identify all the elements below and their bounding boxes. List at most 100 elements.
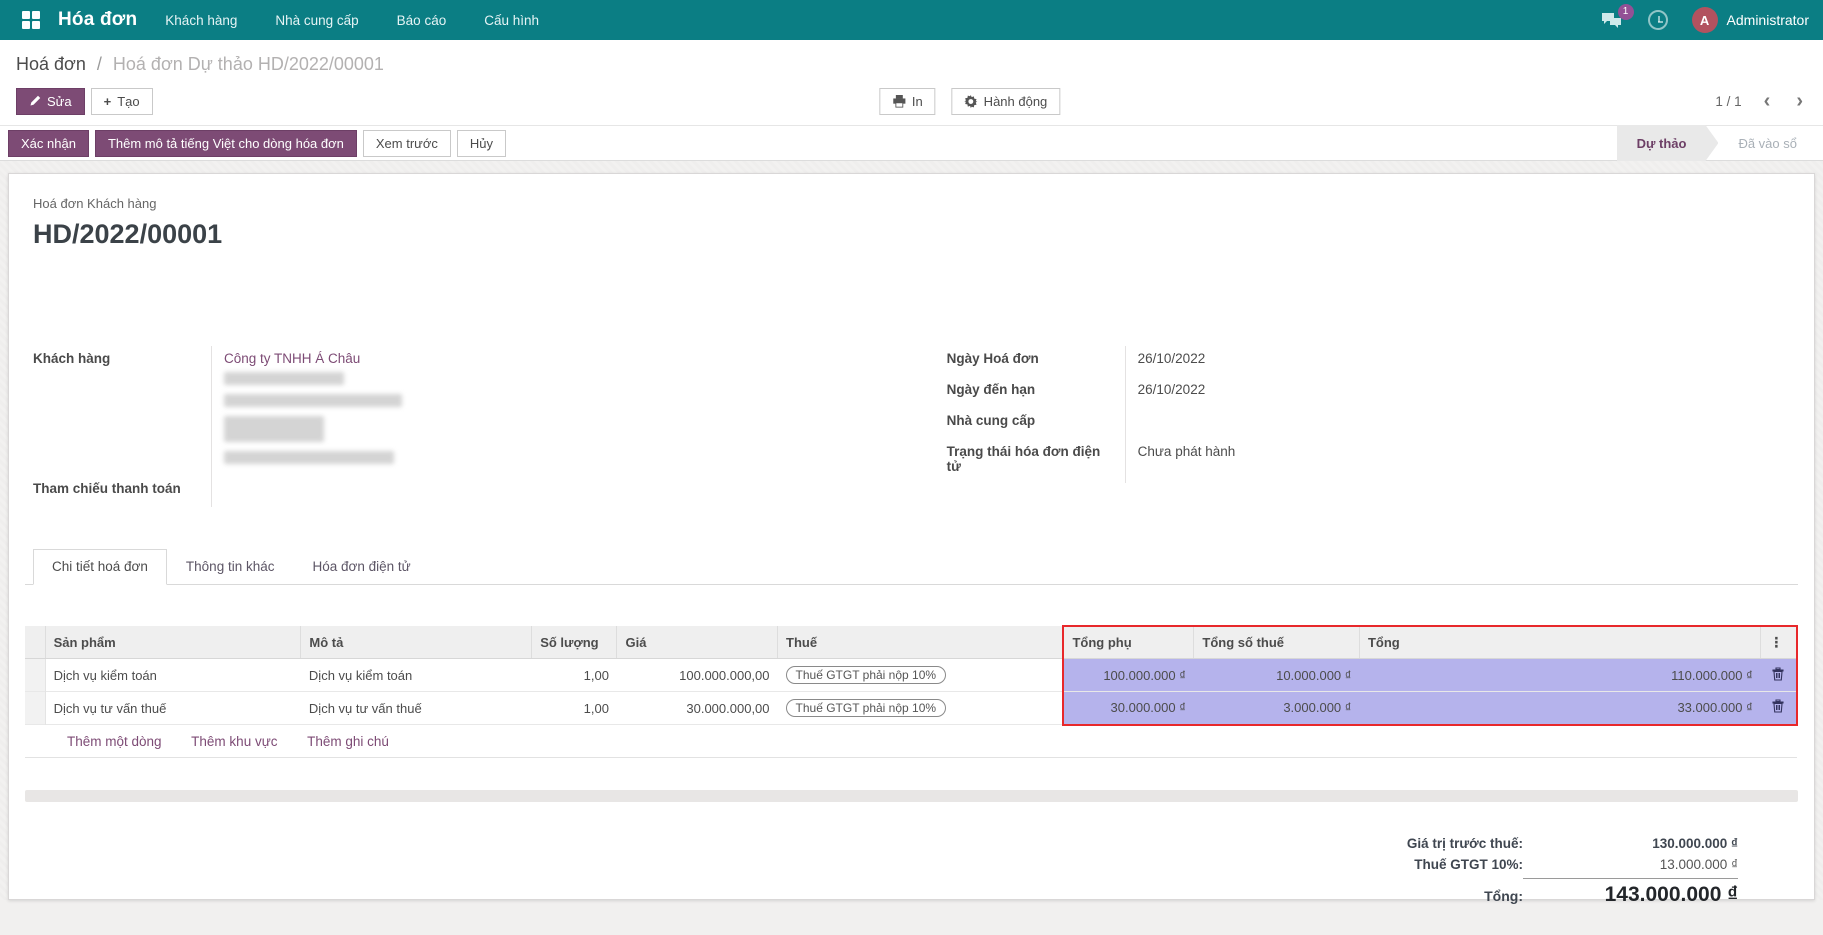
gear-icon	[965, 95, 978, 108]
invoice-lines-table-wrap: Sản phẩm Mô tả Số lượng Giá Thuế Tổng ph…	[25, 625, 1798, 758]
cell-quantity[interactable]: 1,00	[532, 692, 617, 725]
app-title[interactable]: Hóa đơn	[58, 9, 137, 31]
cell-price[interactable]: 100.000.000,00	[617, 659, 778, 692]
add-line-link[interactable]: Thêm một dòng	[67, 734, 162, 749]
action-button[interactable]: Hành động	[952, 88, 1061, 115]
customer-value[interactable]: Công ty TNHH Á Châu	[211, 346, 876, 476]
trash-icon	[1772, 667, 1784, 681]
totals-block: Giá trị trước thuế: 130.000.000 ₫ Thuế G…	[1407, 836, 1738, 913]
grand-total-label: Tổng:	[1484, 888, 1523, 904]
cell-total[interactable]: 33.000.000 ₫	[1359, 692, 1760, 725]
cell-total[interactable]: 110.000.000 ₫	[1359, 659, 1760, 692]
cell-subtotal[interactable]: 100.000.000 ₫	[1063, 659, 1193, 692]
col-subtotal[interactable]: Tổng phụ	[1063, 626, 1193, 659]
untaxed-amount-value: 130.000.000 ₫	[1523, 836, 1738, 851]
tax-pill: Thuế GTGT phải nộp 10%	[786, 666, 947, 684]
edit-button[interactable]: Sửa	[16, 88, 85, 115]
tax-amount-label: Thuế GTGT 10%:	[1414, 857, 1523, 872]
tab-invoice-lines[interactable]: Chi tiết hoá đơn	[33, 549, 167, 585]
cell-product[interactable]: Dịch vụ tư vấn thuế	[45, 692, 301, 725]
apps-grid-icon	[22, 11, 40, 29]
cell-quantity[interactable]: 1,00	[532, 659, 617, 692]
col-description[interactable]: Mô tả	[301, 626, 532, 659]
menu-item-vendors[interactable]: Nhà cung cấp	[273, 3, 360, 38]
notebook-tabs: Chi tiết hoá đơn Thông tin khác Hóa đơn …	[25, 549, 1798, 585]
payment-reference-label: Tham chiếu thanh toán	[33, 476, 211, 507]
state-posted[interactable]: Đã vào sổ	[1718, 125, 1823, 161]
apps-menu-button[interactable]	[14, 11, 48, 29]
cell-tax-total[interactable]: 3.000.000 ₫	[1194, 692, 1360, 725]
due-date-value[interactable]: 26/10/2022	[1125, 377, 1790, 408]
delete-row-button[interactable]	[1761, 692, 1797, 725]
col-tax-total[interactable]: Tổng số thuế	[1194, 626, 1360, 659]
invoice-lines-table: Sản phẩm Mô tả Số lượng Giá Thuế Tổng ph…	[25, 625, 1798, 758]
payment-reference-value[interactable]	[211, 476, 876, 507]
vendor-value[interactable]	[1125, 408, 1790, 439]
customer-label: Khách hàng	[33, 346, 211, 476]
breadcrumb-root[interactable]: Hoá đơn	[16, 54, 86, 74]
user-menu[interactable]: A Administrator	[1692, 7, 1809, 33]
grand-total-value: 143.000.000 ₫	[1523, 878, 1738, 907]
col-total[interactable]: Tổng	[1359, 626, 1760, 659]
col-quantity[interactable]: Số lượng	[532, 626, 617, 659]
cell-subtotal[interactable]: 30.000.000 ₫	[1063, 692, 1193, 725]
cancel-button[interactable]: Hủy	[457, 130, 506, 157]
trash-icon	[1772, 699, 1784, 713]
user-name: Administrator	[1727, 12, 1809, 28]
due-date-label: Ngày đến hạn	[947, 377, 1125, 408]
user-avatar: A	[1692, 7, 1718, 33]
preview-button[interactable]: Xem trước	[363, 130, 451, 157]
tab-other-info[interactable]: Thông tin khác	[167, 549, 294, 584]
column-options-menu[interactable]: ⋮	[1761, 626, 1797, 659]
col-product[interactable]: Sản phẩm	[45, 626, 301, 659]
pager-next-button[interactable]: ›	[1792, 91, 1807, 111]
invoice-date-label: Ngày Hoá đơn	[947, 346, 1125, 377]
row-handle[interactable]	[25, 692, 45, 725]
customer-address-redacted	[224, 372, 876, 464]
row-handle-column	[25, 626, 45, 659]
messages-button[interactable]: 1	[1600, 11, 1624, 30]
tax-amount-value: 13.000.000 ₫	[1523, 857, 1738, 872]
state-steps: Dự thảo Đã vào sổ	[1617, 125, 1823, 161]
form-background: Hoá đơn Khách hàng HD/2022/00001 Khách h…	[0, 161, 1823, 900]
cell-description[interactable]: Dịch vụ kiểm toán	[301, 659, 532, 692]
print-button[interactable]: In	[879, 88, 936, 115]
cell-tax[interactable]: Thuế GTGT phải nộp 10%	[778, 692, 1064, 725]
col-price[interactable]: Giá	[617, 626, 778, 659]
cell-tax-total[interactable]: 10.000.000 ₫	[1194, 659, 1360, 692]
add-note-link[interactable]: Thêm ghi chú	[307, 734, 389, 749]
confirm-button[interactable]: Xác nhận	[8, 130, 89, 157]
tab-einvoice[interactable]: Hóa đơn điện tử	[293, 549, 429, 584]
create-button[interactable]: + Tạo	[91, 88, 153, 115]
invoice-line-row-2[interactable]: Dịch vụ tư vấn thuế Dịch vụ tư vấn thuế …	[25, 692, 1797, 725]
cell-product[interactable]: Dịch vụ kiểm toán	[45, 659, 301, 692]
invoice-date-value[interactable]: 26/10/2022	[1125, 346, 1790, 377]
pager-prev-button[interactable]: ‹	[1760, 91, 1775, 111]
tax-pill: Thuế GTGT phải nộp 10%	[786, 699, 947, 717]
cell-description[interactable]: Dịch vụ tư vấn thuế	[301, 692, 532, 725]
menu-item-customers[interactable]: Khách hàng	[163, 3, 239, 38]
col-tax[interactable]: Thuế	[778, 626, 1064, 659]
breadcrumb-separator: /	[97, 54, 102, 74]
breadcrumb-current: Hoá đơn Dự thảo HD/2022/00001	[113, 54, 384, 74]
row-handle[interactable]	[25, 659, 45, 692]
einvoice-status-label: Trạng thái hóa đơn điện tử	[947, 439, 1107, 483]
cell-price[interactable]: 30.000.000,00	[617, 692, 778, 725]
cell-tax[interactable]: Thuế GTGT phải nộp 10%	[778, 659, 1064, 692]
delete-row-button[interactable]	[1761, 659, 1797, 692]
invoice-line-row-1[interactable]: Dịch vụ kiểm toán Dịch vụ kiểm toán 1,00…	[25, 659, 1797, 692]
top-navbar: Hóa đơn Khách hàng Nhà cung cấp Báo cáo …	[0, 0, 1823, 40]
pencil-icon	[29, 95, 41, 107]
vendor-label: Nhà cung cấp	[947, 408, 1125, 439]
add-section-link[interactable]: Thêm khu vực	[191, 734, 277, 749]
einvoice-status-value: Chưa phát hành	[1125, 439, 1790, 483]
add-vietnamese-description-button[interactable]: Thêm mô tả tiếng Việt cho dòng hóa đơn	[95, 130, 357, 157]
state-draft[interactable]: Dự thảo	[1617, 125, 1719, 161]
untaxed-amount-label: Giá trị trước thuế:	[1407, 836, 1523, 851]
main-menu: Khách hàng Nhà cung cấp Báo cáo Cấu hình	[163, 3, 541, 38]
horizontal-scrollbar[interactable]	[25, 790, 1798, 802]
menu-item-reports[interactable]: Báo cáo	[395, 3, 449, 38]
menu-item-configuration[interactable]: Cấu hình	[482, 3, 541, 38]
printer-icon	[892, 95, 906, 108]
activities-clock-icon[interactable]	[1648, 10, 1668, 30]
